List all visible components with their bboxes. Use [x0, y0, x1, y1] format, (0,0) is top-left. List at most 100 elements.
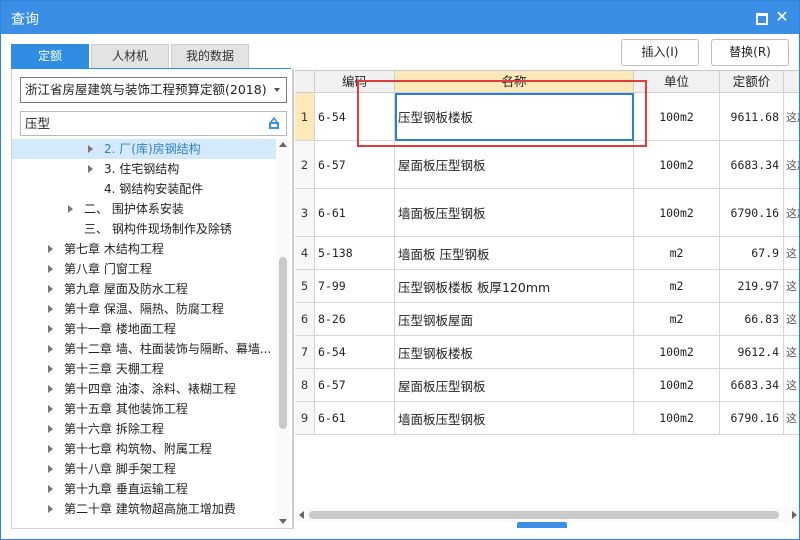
cell-extra[interactable]: 这 [784, 369, 799, 402]
expand-arrow-icon[interactable] [68, 205, 73, 213]
expand-arrow-icon[interactable] [48, 425, 53, 433]
expand-arrow-icon[interactable] [48, 485, 53, 493]
tab-quota[interactable]: 定额 [11, 44, 89, 69]
tree-item-chapter-19[interactable]: 第十九章 垂直运输工程 [12, 479, 276, 499]
search-input[interactable]: 压型 [20, 111, 287, 136]
header-name[interactable]: 名称 [395, 71, 634, 93]
row-number[interactable]: 5 [295, 270, 315, 303]
cell-extra[interactable]: 这 [784, 303, 799, 336]
tree-item-chapter-10[interactable]: 第十章 保温、隔热、防腐工程 [12, 299, 276, 319]
cell-unit[interactable]: m2 [634, 270, 720, 303]
scroll-right-icon[interactable] [792, 511, 797, 519]
cell-extra[interactable]: 这 [784, 336, 799, 369]
replace-button[interactable]: 替换(R) [711, 39, 789, 66]
scroll-left-icon[interactable] [299, 511, 304, 519]
cell-extra[interactable]: 这施 [784, 189, 799, 237]
expand-arrow-icon[interactable] [48, 365, 53, 373]
row-number[interactable]: 3 [295, 189, 315, 237]
tree-item-chapter-14[interactable]: 第十四章 油漆、涂料、裱糊工程 [12, 379, 276, 399]
expand-arrow-icon[interactable] [48, 405, 53, 413]
cell-name[interactable]: 屋面板压型钢板 [395, 369, 634, 402]
row-number[interactable]: 1 [295, 93, 315, 141]
expand-arrow-icon[interactable] [48, 505, 53, 513]
cell-code[interactable]: 7-99 [315, 270, 395, 303]
grid-horizontal-scrollbar[interactable] [295, 508, 799, 522]
library-select[interactable]: 浙江省房屋建筑与装饰工程预算定额(2018) [20, 77, 287, 103]
cell-unit[interactable]: m2 [634, 303, 720, 336]
row-number[interactable]: 2 [295, 141, 315, 189]
cell-extra[interactable]: 这 [784, 270, 799, 303]
cell-price[interactable]: 6683.34 [720, 369, 784, 402]
cell-code[interactable]: 6-61 [315, 189, 395, 237]
expand-arrow-icon[interactable] [48, 245, 53, 253]
cell-unit[interactable]: 100m2 [634, 369, 720, 402]
row-number[interactable]: 7 [295, 336, 315, 369]
tree-item-chapter-16[interactable]: 第十六章 拆除工程 [12, 419, 276, 439]
cell-name[interactable]: 墙面板 压型钢板 [395, 237, 634, 270]
expand-arrow-icon[interactable] [48, 445, 53, 453]
cell-unit[interactable]: 100m2 [634, 189, 720, 237]
row-number[interactable]: 9 [295, 402, 315, 435]
row-number[interactable]: 6 [295, 303, 315, 336]
tree-item-residential-steel[interactable]: 3. 住宅钢结构 [12, 159, 276, 179]
tree-item-onsite-fabrication[interactable]: 三、 钢构件现场制作及除锈 [12, 219, 276, 239]
cell-unit[interactable]: m2 [634, 237, 720, 270]
cell-code[interactable]: 6-57 [315, 141, 395, 189]
cell-code[interactable]: 8-26 [315, 303, 395, 336]
maximize-icon[interactable] [751, 8, 769, 26]
title-bar[interactable]: 查询 ✕ [1, 1, 799, 34]
cell-code[interactable]: 6-54 [315, 336, 395, 369]
scrollbar-thumb[interactable] [309, 511, 779, 519]
tree-item-factory-steel[interactable]: 2. 厂(库)房钢结构 [12, 139, 276, 159]
cell-price[interactable]: 219.97 [720, 270, 784, 303]
tree-item-chapter-18[interactable]: 第十八章 脚手架工程 [12, 459, 276, 479]
filter-icon[interactable] [267, 116, 281, 130]
cell-code[interactable]: 6-57 [315, 369, 395, 402]
row-number[interactable]: 8 [295, 369, 315, 402]
cell-price[interactable]: 6790.16 [720, 189, 784, 237]
tab-materials[interactable]: 人材机 [91, 44, 169, 69]
cell-price[interactable]: 67.9 [720, 237, 784, 270]
expand-arrow-icon[interactable] [48, 265, 53, 273]
cell-name[interactable]: 压型钢板楼板 [395, 93, 634, 141]
cell-code[interactable]: 6-54 [315, 93, 395, 141]
tree-item-chapter-9[interactable]: 第九章 屋面及防水工程 [12, 279, 276, 299]
expand-arrow-icon[interactable] [48, 385, 53, 393]
scroll-down-icon[interactable] [279, 519, 287, 524]
cell-extra[interactable]: 这 [784, 402, 799, 435]
close-icon[interactable]: ✕ [773, 8, 791, 26]
tree-item-chapter-11[interactable]: 第十一章 楼地面工程 [12, 319, 276, 339]
cell-name[interactable]: 墙面板压型钢板 [395, 189, 634, 237]
cell-name[interactable]: 压型钢板楼板 板厚120mm [395, 270, 634, 303]
dropdown-arrow-icon[interactable] [274, 88, 280, 92]
cell-price[interactable]: 6790.16 [720, 402, 784, 435]
row-number[interactable]: 4 [295, 237, 315, 270]
cell-name[interactable]: 压型钢板屋面 [395, 303, 634, 336]
cell-price[interactable]: 66.83 [720, 303, 784, 336]
tree-item-chapter-20[interactable]: 第二十章 建筑物超高施工增加费 [12, 499, 276, 519]
collapse-panel-handle[interactable] [517, 522, 567, 528]
scroll-up-icon[interactable] [279, 142, 287, 147]
cell-code[interactable]: 5-138 [315, 237, 395, 270]
cell-unit[interactable]: 100m2 [634, 336, 720, 369]
cell-extra[interactable]: 这施 [784, 93, 799, 141]
expand-arrow-icon[interactable] [88, 145, 93, 153]
cell-name[interactable]: 压型钢板楼板 [395, 336, 634, 369]
tree-item-chapter-7[interactable]: 第七章 木结构工程 [12, 239, 276, 259]
cell-code[interactable]: 6-61 [315, 402, 395, 435]
tree-item-steel-fittings[interactable]: 4. 钢结构安装配件 [12, 179, 276, 199]
cell-extra[interactable]: 这 [784, 237, 799, 270]
tree-item-chapter-8[interactable]: 第八章 门窗工程 [12, 259, 276, 279]
cell-price[interactable]: 6683.34 [720, 141, 784, 189]
expand-arrow-icon[interactable] [48, 305, 53, 313]
panel-splitter[interactable] [293, 69, 294, 529]
scrollbar-thumb[interactable] [279, 257, 287, 429]
tree-item-enclosure[interactable]: 二、 围护体系安装 [12, 199, 276, 219]
cell-extra[interactable]: 这施 [784, 141, 799, 189]
expand-arrow-icon[interactable] [48, 325, 53, 333]
cell-unit[interactable]: 100m2 [634, 93, 720, 141]
cell-name[interactable]: 屋面板压型钢板 [395, 141, 634, 189]
expand-arrow-icon[interactable] [48, 465, 53, 473]
cell-price[interactable]: 9611.68 [720, 93, 784, 141]
expand-arrow-icon[interactable] [48, 285, 53, 293]
